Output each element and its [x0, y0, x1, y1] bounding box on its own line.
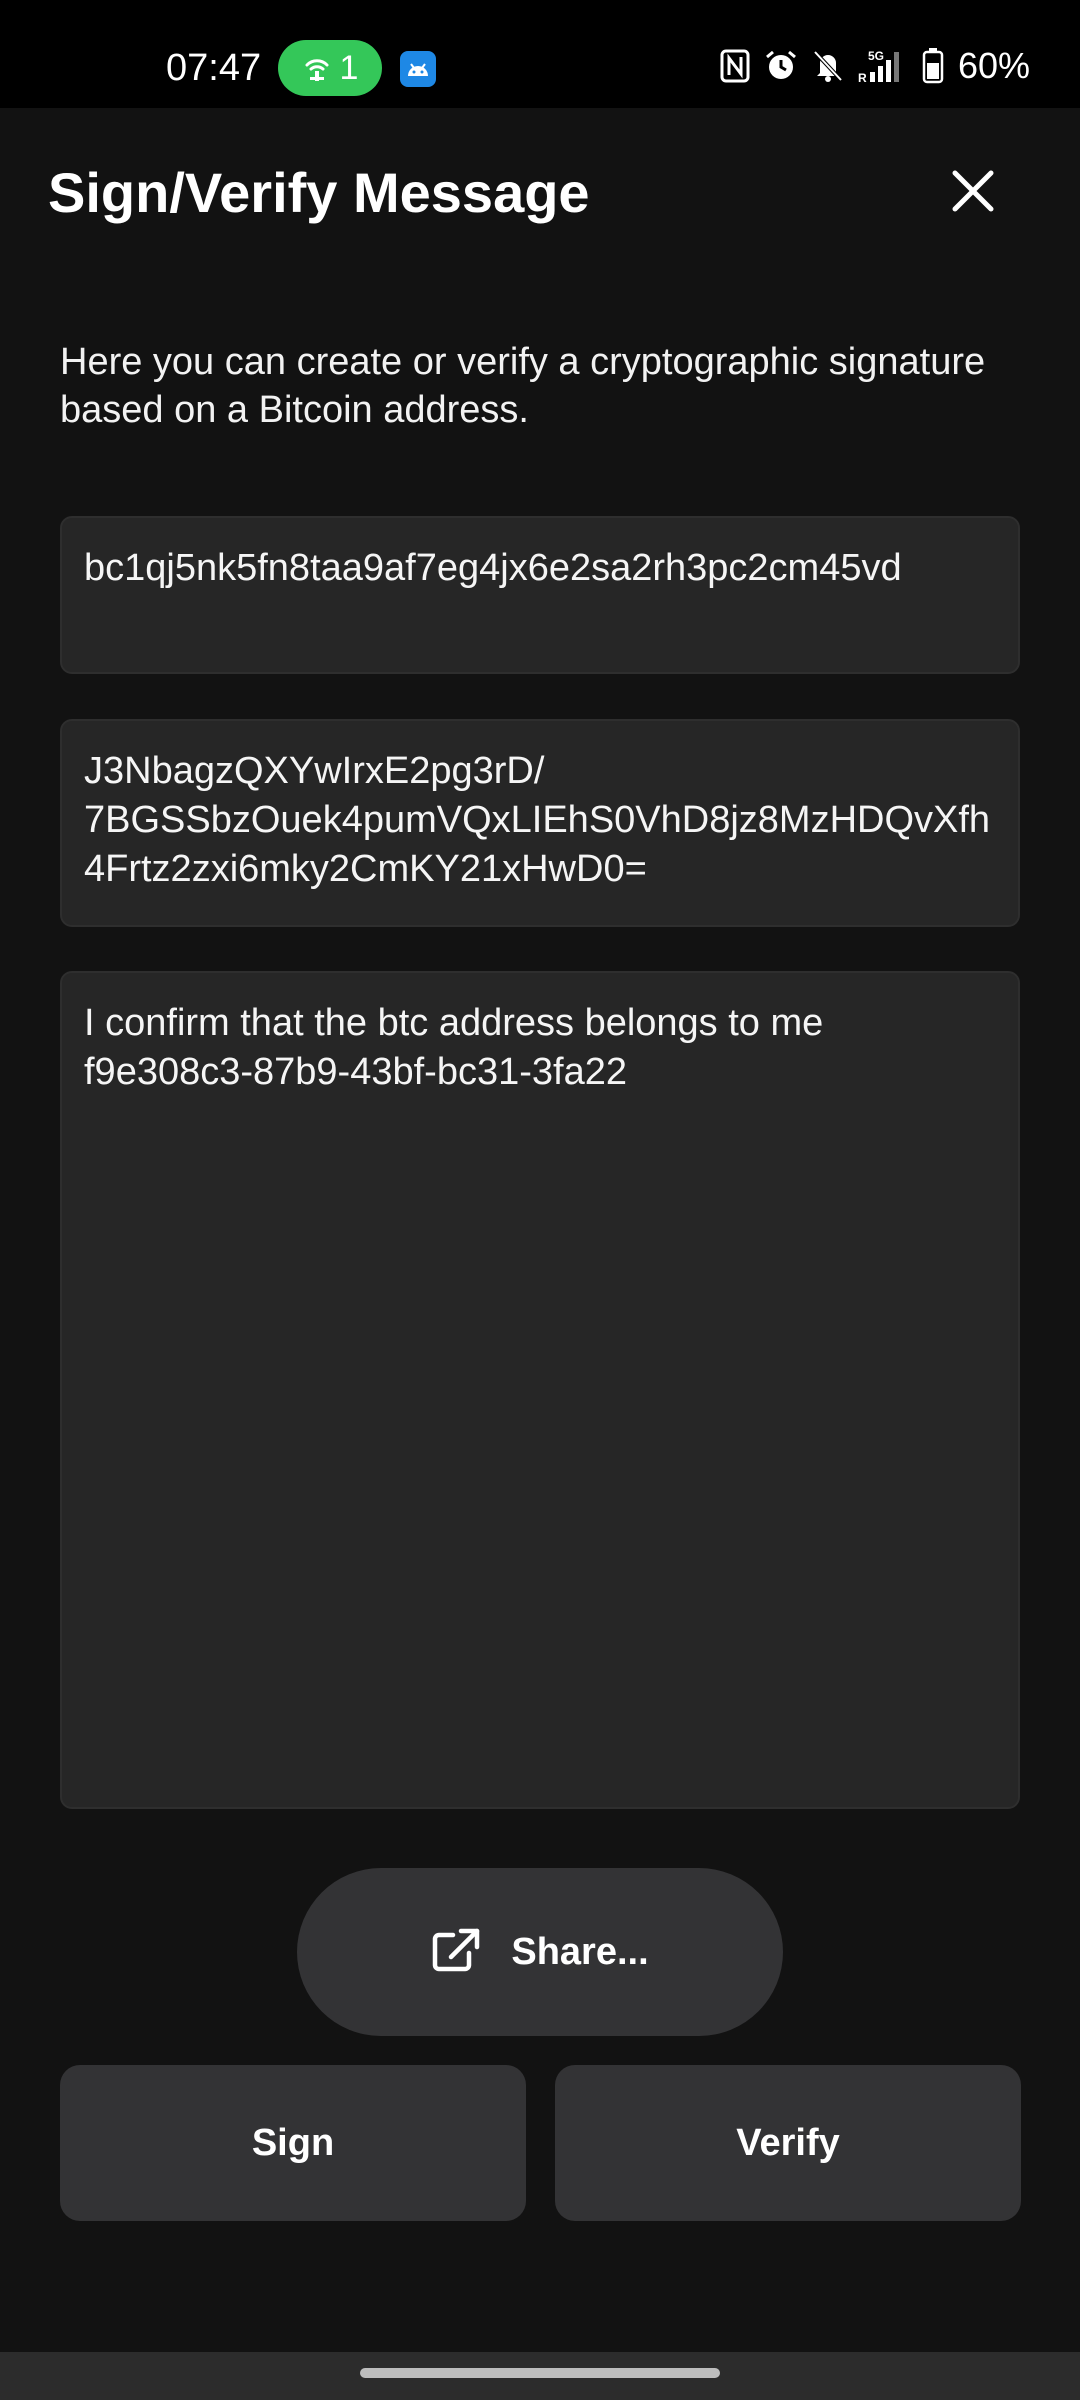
home-indicator[interactable]	[360, 2368, 720, 2378]
close-icon	[949, 167, 997, 220]
share-button-label: Share...	[511, 1930, 649, 1973]
hotspot-count: 1	[339, 49, 359, 87]
share-button[interactable]: Share...	[297, 1868, 783, 2036]
hotspot-icon	[302, 53, 332, 83]
page-title: Sign/Verify Message	[48, 161, 590, 224]
status-icons-right: 5G R 60%	[720, 44, 1030, 88]
external-share-icon	[431, 1927, 481, 1978]
battery-percent: 60%	[957, 45, 1030, 86]
sign-button[interactable]: Sign	[60, 2065, 526, 2221]
battery-icon	[922, 48, 944, 84]
address-field[interactable]: bc1qj5nk5fn8taa9af7eg4jx6e2sa2rh3pc2cm45…	[60, 516, 1020, 674]
status-bar: 07:47 1 5G R 60%	[0, 0, 1080, 108]
alarm-icon	[764, 49, 798, 83]
message-field[interactable]: I confirm that the btc address belongs t…	[60, 971, 1020, 1809]
description-text: Here you can create or verify a cryptogr…	[60, 341, 986, 431]
verify-button[interactable]: Verify	[555, 2065, 1021, 2221]
signature-field[interactable]: J3NbagzQXYwIrxE2pg3rD/ 7BGSSbzOuek4pumVQ…	[60, 719, 1020, 927]
svg-text:R: R	[858, 71, 867, 84]
android-app-icon	[400, 51, 436, 87]
hotspot-indicator[interactable]: 1	[278, 40, 382, 96]
svg-text:5G: 5G	[868, 49, 884, 63]
status-time: 07:47	[166, 47, 262, 89]
nfc-icon	[720, 49, 750, 83]
signal-5g-icon: 5G R	[858, 48, 908, 84]
mute-icon	[812, 49, 844, 83]
close-button[interactable]	[940, 160, 1006, 226]
